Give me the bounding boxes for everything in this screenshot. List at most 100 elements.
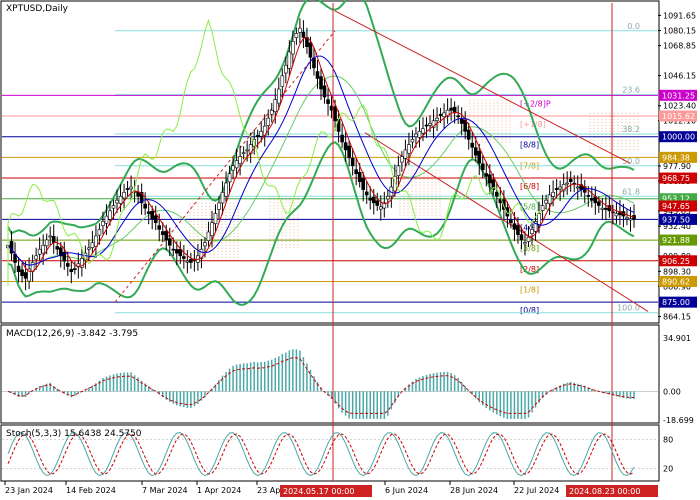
candle-body bbox=[245, 149, 249, 152]
macd-label: MACD(12,26,9) -3.842 -3.795 bbox=[6, 329, 138, 339]
candle-body bbox=[129, 186, 133, 190]
candle-body bbox=[519, 234, 524, 241]
candle-body bbox=[628, 218, 633, 221]
candle-body bbox=[65, 263, 70, 267]
candle-body bbox=[495, 191, 499, 197]
candle-body bbox=[410, 139, 415, 143]
candle-body bbox=[44, 239, 49, 247]
candle-body bbox=[16, 265, 21, 273]
candle-body bbox=[146, 211, 151, 214]
candle-body bbox=[206, 231, 211, 242]
stoch-tick-label: 20 bbox=[663, 464, 673, 473]
candle-body bbox=[118, 195, 123, 204]
candle-body bbox=[41, 244, 45, 254]
candle-body bbox=[255, 135, 260, 137]
candle-body bbox=[480, 163, 485, 171]
candle-body bbox=[586, 195, 591, 197]
candle-body bbox=[396, 165, 401, 176]
candle-body bbox=[73, 268, 77, 270]
price-tick-label: 898.30 bbox=[663, 267, 691, 276]
candle-body bbox=[238, 156, 242, 164]
candle-body bbox=[20, 269, 24, 276]
murrey-label: [6/8] bbox=[520, 182, 539, 191]
candle-body bbox=[111, 205, 116, 209]
candle-body bbox=[315, 71, 320, 79]
price-tick-label: 864.15 bbox=[663, 313, 691, 322]
date-tick-label: 6 Jun 2024 bbox=[385, 486, 428, 495]
candle-body bbox=[568, 178, 573, 182]
fib-label: 23.6 bbox=[622, 85, 640, 94]
candle-body bbox=[266, 117, 271, 126]
candle-body bbox=[104, 215, 109, 224]
candle-body bbox=[298, 27, 302, 33]
candle-body bbox=[213, 213, 218, 224]
candle-body bbox=[375, 200, 380, 206]
candle-body bbox=[456, 115, 460, 118]
candle-body bbox=[368, 197, 373, 201]
candle-body bbox=[484, 173, 489, 177]
candle-body bbox=[488, 174, 492, 184]
candle-body bbox=[403, 149, 408, 159]
murrey-label: [1/8] bbox=[520, 285, 539, 294]
candle-body bbox=[523, 242, 527, 245]
price-tag-label: 984.38 bbox=[662, 153, 690, 162]
murrey-label: [+2/8]P bbox=[520, 99, 551, 108]
candle-body bbox=[407, 144, 411, 154]
candle-body bbox=[69, 268, 74, 273]
trading-chart: [+2/8]P[+1/8][8/8][7/8][6/8][5/8][4/8][3… bbox=[0, 0, 697, 497]
candle-body bbox=[167, 238, 172, 246]
candle-body bbox=[600, 207, 605, 210]
candle-body bbox=[459, 118, 464, 124]
highlight-date-label: 2024.05.17 00:00 bbox=[283, 487, 354, 496]
candle-body bbox=[604, 207, 608, 210]
candle-body bbox=[361, 177, 366, 190]
date-tick-label: 23 Jan 2024 bbox=[5, 486, 53, 495]
candle-body bbox=[87, 247, 91, 250]
candle-body bbox=[108, 210, 112, 220]
murrey-label: [3/8] bbox=[520, 244, 539, 253]
candle-body bbox=[435, 117, 439, 121]
candle-body bbox=[473, 147, 478, 156]
highlight-date-label: 2024.08.23 00:00 bbox=[569, 487, 640, 496]
candle-body bbox=[575, 186, 580, 189]
candle-body bbox=[23, 272, 28, 279]
candle-body bbox=[326, 99, 330, 104]
candle-body bbox=[565, 182, 569, 185]
candle-body bbox=[589, 198, 594, 201]
candle-body bbox=[554, 188, 559, 190]
price-tick-label: 1023.40 bbox=[663, 102, 696, 111]
date-axis: 23 Jan 2024 14 Feb 2024 7 Mar 2024 1 Apr 20… bbox=[4, 481, 658, 497]
candle-body bbox=[428, 123, 432, 126]
candle-body bbox=[417, 131, 422, 138]
candle-body bbox=[55, 246, 60, 250]
candle-body bbox=[231, 165, 235, 171]
candle-body bbox=[347, 145, 351, 159]
candle-body bbox=[378, 206, 383, 210]
candle-body bbox=[101, 221, 105, 226]
candle-body bbox=[51, 236, 56, 243]
candle-body bbox=[160, 231, 165, 235]
candle-body bbox=[284, 64, 288, 74]
candle-body bbox=[350, 157, 355, 167]
fib-label: 50.0 bbox=[622, 157, 640, 166]
candle-body bbox=[203, 242, 207, 247]
price-tag-label: 1000.00 bbox=[662, 133, 695, 142]
candle-body bbox=[97, 229, 102, 236]
candle-body bbox=[287, 51, 292, 69]
candle-body bbox=[185, 260, 190, 263]
candle-body bbox=[544, 199, 548, 204]
date-tick-label: 28 Jun 2024 bbox=[450, 486, 498, 495]
candle-body bbox=[424, 124, 429, 127]
price-tag-label: 1015.62 bbox=[662, 112, 695, 121]
chart-window: [+2/8]P [+1/8] [8/8] [7/8] [6/8] [5/8] [4/8] [3… bbox=[0, 0, 700, 500]
fib-label: 0.0 bbox=[627, 22, 640, 31]
candle-body bbox=[294, 33, 299, 39]
candle-body bbox=[509, 219, 513, 224]
candle-body bbox=[220, 191, 225, 204]
murrey-label: [0/8] bbox=[520, 306, 539, 315]
candle-body bbox=[210, 222, 214, 237]
murrey-label: [8/8] bbox=[520, 141, 539, 150]
candle-body bbox=[386, 195, 390, 200]
candle-body bbox=[312, 57, 316, 69]
candle-body bbox=[34, 255, 38, 260]
